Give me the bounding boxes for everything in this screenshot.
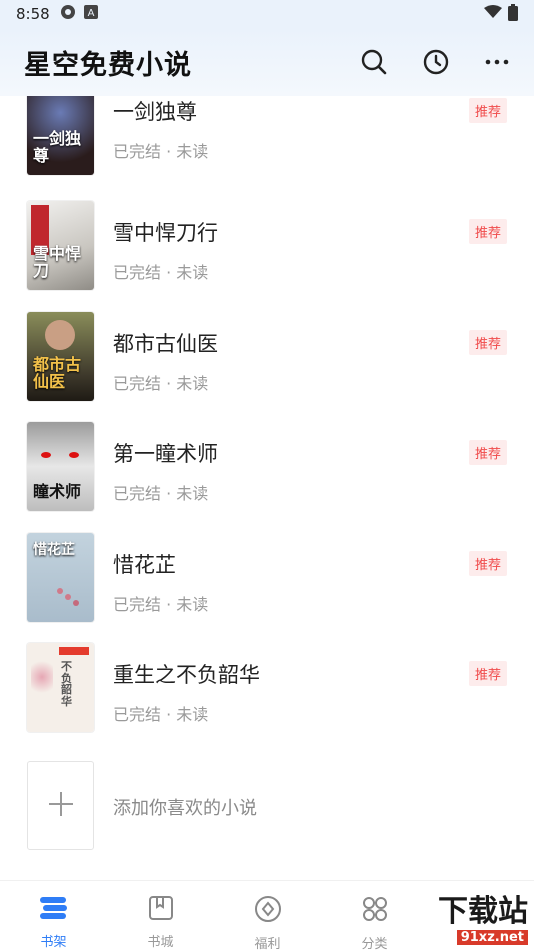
tab-bookstore[interactable]: 书城: [107, 881, 214, 950]
app-header: 星空免费小说: [0, 28, 534, 96]
tab-welfare[interactable]: 福利: [214, 881, 321, 950]
book-meta: 已完结 · 未读: [113, 705, 209, 724]
bookshelf-list: 一剑独尊 一剑独尊 已完结 · 未读 推荐 雪中悍刀 雪中悍刀行 已完结 · 未…: [0, 96, 534, 880]
more-icon[interactable]: [484, 48, 510, 76]
bookshelf-icon: [39, 895, 69, 925]
book-cover: 一剑独尊: [27, 96, 94, 175]
book-title: 一剑独尊: [113, 100, 197, 124]
watermark-main: 下载站: [438, 893, 528, 929]
search-icon[interactable]: [360, 48, 388, 76]
book-item[interactable]: 一剑独尊 一剑独尊 已完结 · 未读 推荐: [0, 96, 534, 196]
cover-title: 都市古仙医: [33, 355, 82, 392]
tab-label: 书城: [147, 935, 174, 950]
watermark-sub: 91xz.net: [456, 929, 528, 945]
plus-icon: [48, 791, 74, 821]
a-notification-icon: A: [83, 5, 98, 23]
welfare-icon: [254, 895, 282, 927]
recommend-badge: 推荐: [468, 661, 507, 686]
battery-icon: [508, 3, 518, 25]
book-item[interactable]: 不负韶华 重生之不负韶华 已完结 · 未读 推荐: [0, 643, 534, 753]
cover-title: 瞳术师: [33, 482, 82, 502]
book-store-icon: [148, 895, 174, 925]
recommend-badge: 推荐: [468, 551, 507, 576]
book-cover: 雪中悍刀: [27, 201, 94, 290]
tab-label: 福利: [254, 937, 281, 950]
status-time: 8:58: [16, 5, 50, 23]
book-title: 雪中悍刀行: [113, 221, 218, 245]
svg-text:A: A: [87, 8, 94, 19]
cover-title: 雪中悍刀: [33, 244, 82, 281]
add-book-button[interactable]: [27, 761, 94, 850]
book-item[interactable]: 瞳术师 第一瞳术师 已完结 · 未读 推荐: [0, 422, 534, 532]
recommend-badge: 推荐: [468, 219, 507, 244]
recommend-badge: 推荐: [468, 440, 507, 465]
book-item[interactable]: 都市古仙医 都市古仙医 已完结 · 未读 推荐: [0, 312, 534, 422]
cover-title: 不负韶华: [61, 660, 72, 708]
status-bar: 8:58 A: [0, 0, 534, 28]
book-cover: 惜花芷: [27, 533, 94, 622]
page-title: 星空免费小说: [24, 49, 192, 81]
recommend-badge: 推荐: [468, 330, 507, 355]
book-meta: 已完结 · 未读: [113, 263, 209, 282]
cover-title: 惜花芷: [33, 542, 75, 558]
book-title: 第一瞳术师: [113, 442, 218, 466]
book-cover: 都市古仙医: [27, 312, 94, 401]
book-title: 重生之不负韶华: [113, 663, 260, 687]
add-book-label[interactable]: 添加你喜欢的小说: [113, 794, 257, 820]
wifi-icon: [484, 5, 502, 23]
book-meta: 已完结 · 未读: [113, 484, 209, 503]
cover-title: 一剑独尊: [33, 129, 82, 166]
history-clock-icon[interactable]: [422, 48, 450, 76]
book-item[interactable]: 惜花芷 惜花芷 已完结 · 未读 推荐: [0, 533, 534, 643]
book-meta: 已完结 · 未读: [113, 374, 209, 393]
tab-bookshelf[interactable]: 书架: [0, 881, 107, 950]
book-meta: 已完结 · 未读: [113, 595, 209, 614]
app-notification-icon: [60, 4, 76, 24]
book-cover: 瞳术师: [27, 422, 94, 511]
book-item[interactable]: 雪中悍刀 雪中悍刀行 已完结 · 未读 推荐: [0, 201, 534, 311]
book-title: 惜花芷: [113, 553, 176, 577]
tab-label: 书架: [40, 935, 67, 950]
book-title: 都市古仙医: [113, 332, 218, 356]
watermark-logo: 下载站 91xz.net: [384, 880, 534, 950]
book-meta: 已完结 · 未读: [113, 142, 209, 161]
book-cover: 不负韶华: [27, 643, 94, 732]
recommend-badge: 推荐: [468, 98, 507, 123]
